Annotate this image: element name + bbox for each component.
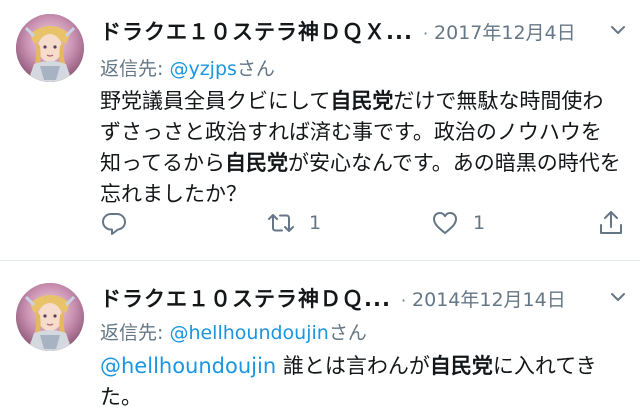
avatar[interactable] [16,14,84,82]
retweet-icon [268,214,294,232]
retweet-button[interactable]: 1 [267,205,321,241]
timestamp[interactable]: 2017年12月4日 [434,22,576,44]
reply-prefix: 返信先: [100,322,170,344]
tweet-header: ドラクエ１０ステラ神ＤＱＸ... · 2017年12月4日 [100,16,628,46]
reply-suffix: さん [236,58,275,80]
display-name[interactable]: ドラクエ１０ステラ神ＤＱ... [100,287,391,311]
avatar-image [16,14,84,82]
tweet-text-part: 野党議員全員クビにして [100,89,331,113]
tweet-text-bold: 自民党 [224,151,288,175]
reply-button[interactable] [100,205,128,241]
chevron-down-icon[interactable] [608,20,628,40]
reply-handle-link[interactable]: @hellhoundoujin [169,322,328,344]
chevron-down-icon[interactable] [608,287,628,307]
tweet-text: @hellhoundoujin 誰とは言わんが自民党に入れてきた。 [100,351,622,410]
tweet-text-part: 誰とは言わんが [276,354,430,378]
heart-icon [433,212,457,234]
like-count: 1 [473,212,486,234]
tweet-text-bold: 自民党 [330,89,394,113]
reply-prefix: 返信先: [100,58,170,80]
tweet[interactable]: ドラクエ１０ステラ神ＤＱＸ... · 2017年12月4日 返信先: @yzjpsさ… [0,0,640,260]
tweet-text-bold: 自民党 [429,354,493,378]
tweet-text: 野党議員全員クビにして自民党だけで無駄な時間使わずさっさと政治すれば済む事です。… [100,86,622,210]
separator-dot: · [422,24,429,43]
like-button[interactable]: 1 [431,205,485,241]
share-icon [600,211,622,234]
reply-context: 返信先: @hellhoundoujinさん [100,318,367,345]
reply-icon [102,213,126,235]
mention-link[interactable]: @hellhoundoujin [100,354,276,378]
display-name[interactable]: ドラクエ１０ステラ神ＤＱＸ... [100,20,413,44]
tweet[interactable]: ドラクエ１０ステラ神ＤＱ... · 2014年12月14日 返信先: @hellho… [0,261,640,410]
separator-dot: · [400,291,407,310]
reply-context: 返信先: @yzjpsさん [100,54,275,81]
tweet-header: ドラクエ１０ステラ神ＤＱ... · 2014年12月14日 [100,283,628,313]
reply-handle-link[interactable]: @yzjps [169,58,236,80]
avatar-image [16,283,84,351]
avatar[interactable] [16,283,84,351]
tweet-actions: 1 1 [100,205,628,241]
retweet-count: 1 [309,212,322,234]
timestamp[interactable]: 2014年12月14日 [412,289,566,311]
reply-suffix: さん [328,322,367,344]
share-button[interactable] [597,205,625,241]
